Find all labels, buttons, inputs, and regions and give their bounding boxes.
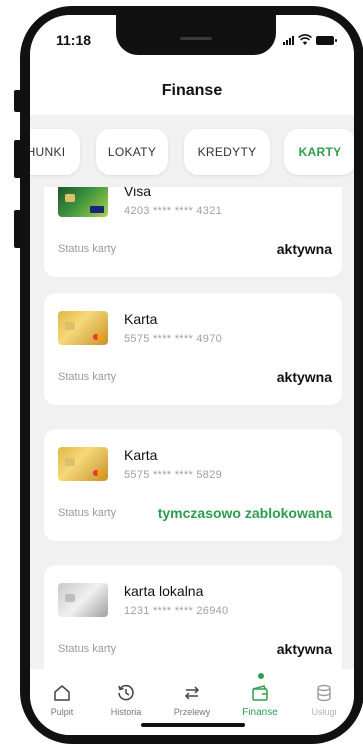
nav-label: Historia (110, 707, 142, 717)
home-indicator[interactable] (141, 723, 245, 727)
card-item[interactable]: Visa 4203 **** **** 4321 Status karty ak… (44, 187, 342, 277)
card-name: Karta (124, 311, 158, 327)
tab-karty[interactable]: KARTY (284, 129, 354, 175)
status-label: Status karty (58, 371, 117, 383)
tab-kredyty[interactable]: KREDYTY (184, 129, 270, 175)
home-icon (54, 685, 70, 701)
chip-icon (65, 194, 75, 202)
battery-icon (316, 35, 337, 45)
gold-mastercard-icon (58, 311, 108, 345)
gold-mastercard-icon (58, 447, 108, 481)
green-visa-card-icon (58, 187, 108, 217)
nav-item-historia[interactable]: Historia (94, 683, 158, 717)
status-label: Status karty (58, 243, 117, 255)
mastercard-logo-icon (93, 470, 103, 476)
nav-label: Pulpit (50, 707, 74, 717)
status-label: Status karty (58, 643, 117, 655)
transfer-icon (184, 686, 200, 700)
tab-label: HUNKI (30, 145, 66, 159)
card-number: 5575 **** **** 4970 (124, 333, 223, 345)
card-item[interactable]: karta lokalna 1231 **** **** 26940 Statu… (44, 565, 342, 669)
wallet-icon (252, 685, 268, 701)
mastercard-logo-icon (93, 334, 103, 340)
card-number: 5575 **** **** 5829 (124, 469, 223, 481)
status-value: aktywna (276, 241, 332, 257)
silver-card-icon (58, 583, 108, 617)
signal-icon (283, 35, 294, 45)
wifi-icon (298, 34, 312, 45)
nav-item-przelewy[interactable]: Przelewy (160, 683, 224, 717)
status-icons (283, 34, 337, 46)
chip-icon (65, 594, 75, 602)
status-value: tymczasowo zablokowana (157, 505, 332, 521)
tabs-bar[interactable]: HUNKI LOKATY KREDYTY KARTY (30, 129, 354, 177)
nav-item-finanse[interactable]: Finanse (228, 683, 292, 718)
status-value: aktywna (276, 369, 332, 385)
notch (116, 15, 276, 55)
page-title: Finanse (161, 82, 223, 99)
status-value: aktywna (276, 641, 332, 657)
status-time: 11:18 (56, 32, 92, 48)
app-header: Finanse (30, 65, 354, 115)
database-icon (317, 684, 331, 702)
card-list[interactable]: Visa 4203 **** **** 4321 Status karty ak… (30, 187, 354, 669)
status-bar: 11:18 (30, 15, 354, 65)
active-indicator (258, 673, 264, 679)
card-name: Karta (124, 447, 158, 463)
nav-item-pulpit[interactable]: Pulpit (30, 683, 94, 717)
nav-item-uslugi[interactable]: Usługi (292, 683, 354, 717)
nav-label: Usługi (311, 707, 337, 717)
tab-lokaty[interactable]: LOKATY (96, 129, 168, 175)
tab-rachunki[interactable]: HUNKI (30, 129, 80, 175)
card-name: Visa (124, 187, 151, 199)
nav-label: Finanse (242, 707, 278, 718)
nav-label: Przelewy (173, 707, 211, 717)
card-number: 1231 **** **** 26940 (124, 605, 229, 617)
speaker-grille (180, 37, 212, 40)
card-name: karta lokalna (124, 583, 204, 599)
chip-icon (65, 458, 75, 466)
tab-label: LOKATY (107, 145, 157, 159)
history-icon (118, 684, 134, 701)
status-label: Status karty (58, 507, 117, 519)
card-item[interactable]: Karta 5575 **** **** 4970 Status karty a… (44, 293, 342, 405)
visa-logo-icon (90, 206, 104, 213)
card-number: 4203 **** **** 4321 (124, 205, 223, 217)
tab-label: KARTY (298, 145, 342, 159)
phone-screen: 11:18 Finanse HUNKI LOKATY KREDYTY KARTY (30, 15, 354, 735)
chip-icon (65, 322, 75, 330)
tab-label: KREDYTY (197, 145, 257, 159)
card-item[interactable]: Karta 5575 **** **** 5829 Status karty t… (44, 429, 342, 541)
